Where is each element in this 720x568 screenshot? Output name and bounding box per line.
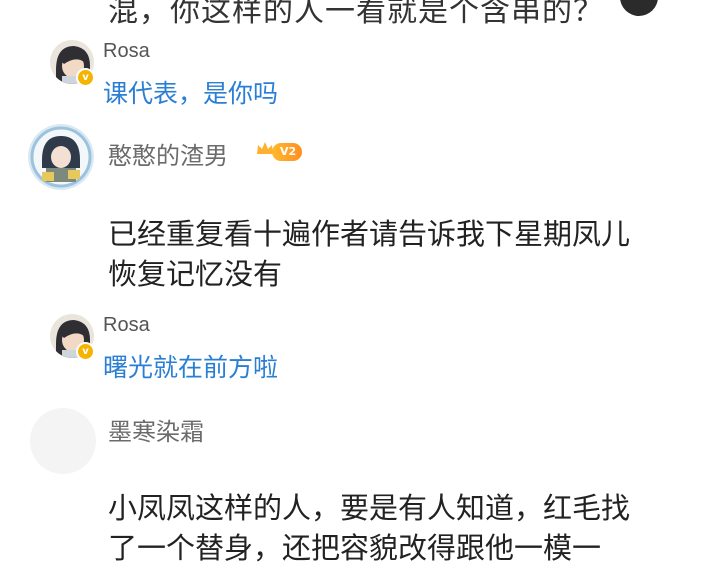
reply-text[interactable]: 曙光就在前方啦	[103, 348, 278, 384]
username[interactable]: Rosa	[103, 40, 150, 63]
username[interactable]: 墨寒染霜	[108, 412, 204, 447]
partial-comment-text: 混，你这样的人一看就是个含串的？	[108, 0, 604, 29]
username[interactable]: 憨憨的渣男	[108, 136, 228, 171]
username[interactable]: Rosa	[103, 314, 150, 337]
verified-v-icon: v	[76, 68, 95, 87]
reply-text[interactable]: 课代表，是你吗	[103, 74, 278, 110]
avatar-image	[28, 124, 94, 190]
avatar-hanhan[interactable]	[28, 124, 94, 190]
comment-text-line1: 已经重复看十遍作者请告诉我下星期凤儿	[108, 217, 631, 251]
verified-v-icon: v	[76, 342, 95, 361]
emoji-icon	[620, 0, 658, 16]
avatar-mohan[interactable]	[30, 408, 96, 474]
comment-text-line2: 恢复记忆没有	[108, 257, 283, 291]
comment-text-line1: 小凤凤这样的人，要是有人知道，红毛找	[108, 491, 631, 525]
level-badge: V2	[272, 143, 303, 161]
comment-text-line2: 了一个替身，还把容貌改得跟他一模一	[108, 531, 602, 565]
